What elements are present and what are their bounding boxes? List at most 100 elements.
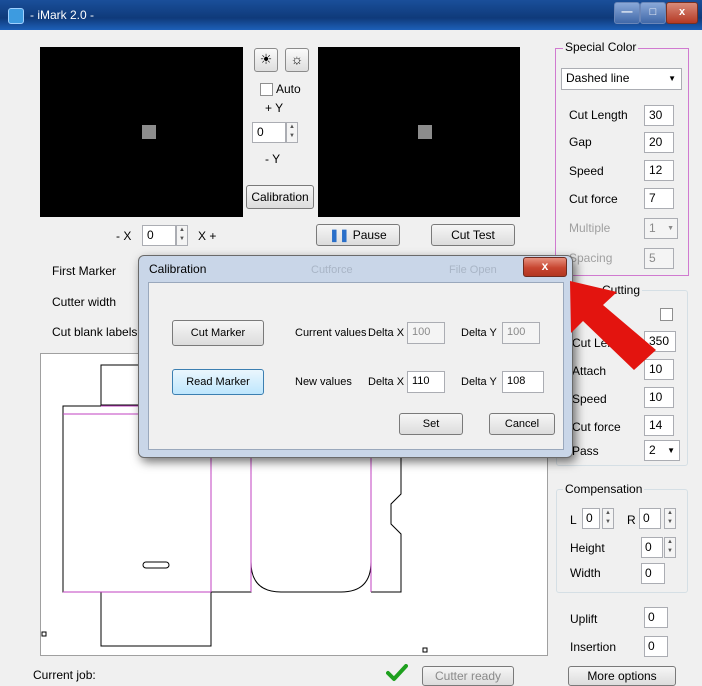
plus-x-label: X + <box>198 229 217 243</box>
spacing-input[interactable]: 5 <box>644 248 674 269</box>
minimize-button[interactable]: — <box>614 2 640 24</box>
cut-blank-labels-label: Cut blank labels <box>52 325 138 339</box>
dialog-content: Cut Marker Read Marker Current values De… <box>148 282 564 450</box>
cancel-button[interactable]: Cancel <box>489 413 555 435</box>
cutting-speed-label: Speed <box>572 392 607 406</box>
new-delta-x-input[interactable]: 110 <box>407 371 445 393</box>
pass-select[interactable]: 2 ▼ <box>644 440 680 461</box>
cut-length-label: Cut Length <box>569 108 628 122</box>
uplift-label: Uplift <box>570 612 598 626</box>
spacing-label: Spacing <box>569 251 613 265</box>
current-delta-y-field: 100 <box>502 322 540 344</box>
multiple-select[interactable]: 1 ▼ <box>644 218 678 239</box>
sun-icon: ☀ <box>259 51 273 67</box>
chevron-down-icon: ▼ <box>667 446 675 455</box>
dieline-slot <box>142 561 170 569</box>
x-offset-spinner[interactable]: ▲ ▼ <box>176 225 188 246</box>
new-values-label: New values <box>295 376 352 388</box>
current-delta-x-field: 100 <box>407 322 445 344</box>
l-spinner[interactable]: ▲ ▼ <box>602 508 614 529</box>
line-type-select[interactable]: Dashed line ▼ <box>561 68 682 90</box>
sun-dim-icon: ☼ <box>290 51 304 67</box>
plus-y-label: + Y <box>265 101 284 115</box>
cut-test-button[interactable]: Cut Test <box>431 224 515 246</box>
read-marker-button[interactable]: Read Marker <box>172 369 264 395</box>
marker-preview <box>142 125 156 139</box>
r-input[interactable]: 0 <box>639 508 661 529</box>
first-marker-label: First Marker <box>52 264 116 278</box>
maximize-button[interactable]: □ <box>640 2 666 24</box>
background-ghost-text: Cutforce <box>311 264 353 276</box>
camera-view-left <box>40 47 243 217</box>
cutting-title: Cutting <box>600 283 643 297</box>
y-offset-input[interactable]: 0 <box>252 122 286 143</box>
y-offset-spinner[interactable]: ▲ ▼ <box>286 122 298 143</box>
pause-button[interactable]: ❚❚ Pause <box>316 224 400 246</box>
speed-input[interactable]: 12 <box>644 160 674 181</box>
x-offset-input[interactable]: 0 <box>142 225 176 246</box>
new-delta-x-label: Delta X <box>368 376 405 388</box>
cut-length-input[interactable]: 30 <box>644 105 674 126</box>
pause-icon: ❚❚ <box>329 228 350 242</box>
title-bar: - iMark 2.0 - — □ x <box>0 0 702 30</box>
brightness-down-button[interactable]: ☼ <box>285 48 309 72</box>
width-label: Width <box>570 566 601 580</box>
new-delta-y-label: Delta Y <box>461 376 497 388</box>
height-input[interactable]: 0 <box>641 537 663 558</box>
cutting-force-input[interactable]: 14 <box>644 415 674 436</box>
registration-mark <box>41 631 47 637</box>
cutting-length-input[interactable]: 350 <box>644 331 676 352</box>
cutter-width-label: Cutter width <box>52 295 117 309</box>
width-input[interactable]: 0 <box>641 563 665 584</box>
l-input[interactable]: 0 <box>582 508 600 529</box>
current-job-label: Current job: <box>33 668 96 682</box>
cutting-force-label: Cut force <box>572 420 621 434</box>
marker-preview <box>418 125 432 139</box>
ready-check-icon <box>386 664 408 682</box>
dieline-tab <box>371 453 402 593</box>
minus-x-label: - X <box>116 229 132 243</box>
close-button[interactable]: x <box>666 2 698 24</box>
auto-checkbox[interactable] <box>260 83 273 96</box>
dialog-close-button[interactable]: x <box>523 257 567 277</box>
window-title: - iMark 2.0 - <box>30 8 95 22</box>
camera-view-right <box>318 47 520 217</box>
cutting-speed-input[interactable]: 10 <box>644 387 674 408</box>
brightness-up-button[interactable]: ☀ <box>254 48 278 72</box>
cutter-ready-button[interactable]: Cutter ready <box>422 666 514 686</box>
chevron-down-icon: ▼ <box>667 225 674 232</box>
gap-input[interactable]: 20 <box>644 132 674 153</box>
more-options-button[interactable]: More options <box>568 666 676 686</box>
speed-label: Speed <box>569 164 604 178</box>
background-ghost-text: File Open <box>449 264 497 276</box>
height-label: Height <box>570 541 605 555</box>
r-spinner[interactable]: ▲ ▼ <box>664 508 676 529</box>
enable-label: Enable <box>572 308 610 322</box>
current-delta-x-label: Delta X <box>368 327 405 339</box>
dieline-bottom <box>100 591 212 647</box>
app-icon <box>8 8 24 24</box>
attach-input[interactable]: 10 <box>644 359 674 380</box>
gap-label: Gap <box>569 135 592 149</box>
height-spinner[interactable]: ▲ ▼ <box>664 537 676 558</box>
cut-force-input[interactable]: 7 <box>644 188 674 209</box>
attach-label: Attach <box>572 364 607 378</box>
registration-mark <box>422 647 428 653</box>
insertion-input[interactable]: 0 <box>644 636 668 657</box>
cut-force-label: Cut force <box>569 192 618 206</box>
calibration-button[interactable]: Calibration <box>246 185 314 209</box>
r-label: R <box>627 513 636 527</box>
current-delta-y-label: Delta Y <box>461 327 497 339</box>
compensation-title: Compensation <box>563 482 645 496</box>
new-delta-y-input[interactable]: 108 <box>502 371 544 393</box>
calibration-dialog: Calibration Cutforce File Open x Cut Mar… <box>138 255 573 458</box>
special-color-title: Special Color <box>563 40 639 54</box>
pass-label: Pass <box>572 444 599 458</box>
enable-checkbox[interactable] <box>660 308 673 321</box>
cutting-length-label: Cut Length <box>572 336 631 350</box>
insertion-label: Insertion <box>570 640 617 654</box>
uplift-input[interactable]: 0 <box>644 607 668 628</box>
cut-marker-button[interactable]: Cut Marker <box>172 320 264 346</box>
l-label: L <box>570 513 577 527</box>
set-button[interactable]: Set <box>399 413 463 435</box>
